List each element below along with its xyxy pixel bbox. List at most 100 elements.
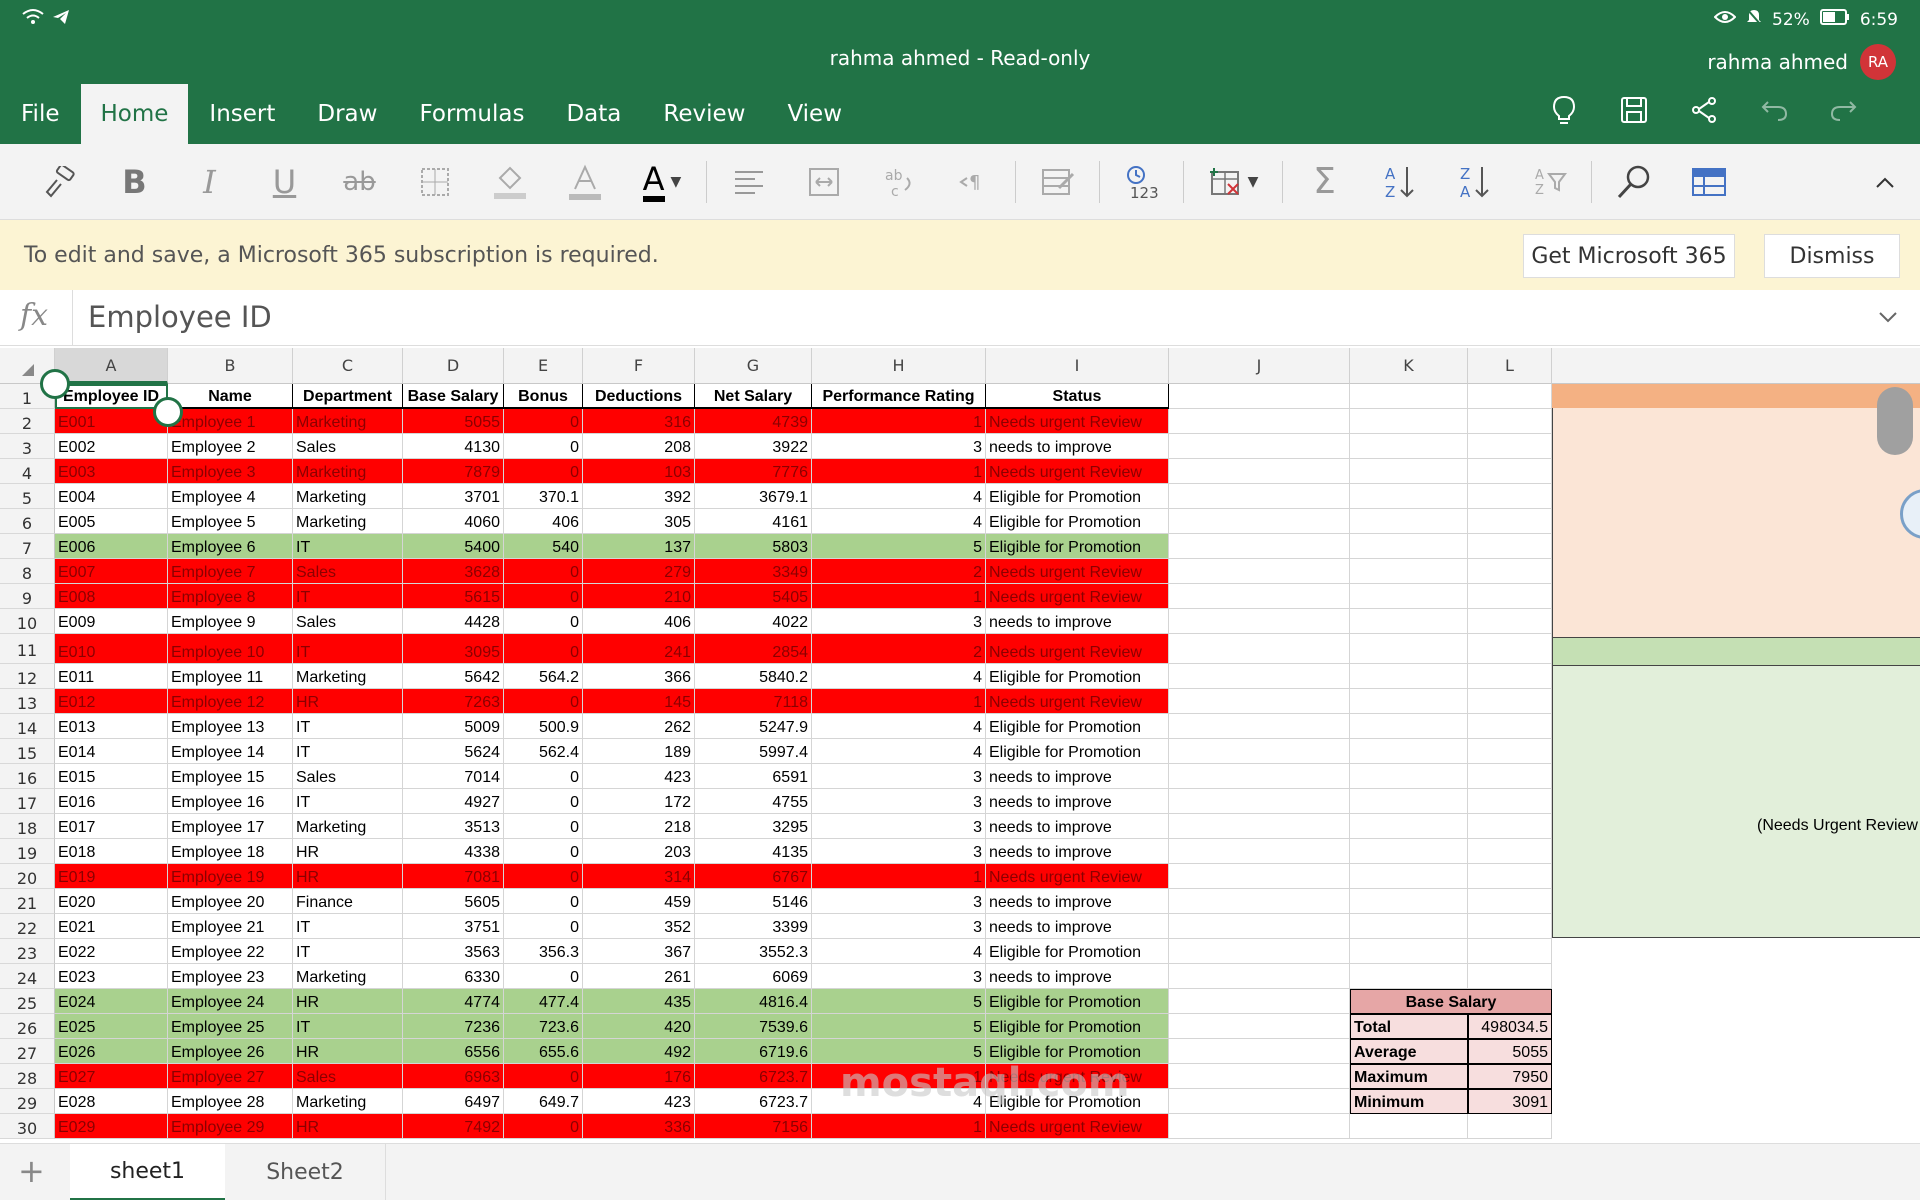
data-cell[interactable]: 3349: [695, 559, 812, 584]
data-cell[interactable]: 6723.7: [695, 1064, 812, 1089]
status-cell[interactable]: needs to improve: [986, 964, 1169, 989]
data-cell[interactable]: 0: [504, 689, 583, 714]
fill-color-icon[interactable]: [472, 152, 547, 212]
empty-cell[interactable]: [1468, 814, 1552, 839]
data-cell[interactable]: IT: [293, 534, 403, 559]
empty-cell[interactable]: [1468, 839, 1552, 864]
data-cell[interactable]: 2: [812, 634, 986, 664]
empty-cell[interactable]: [1350, 689, 1468, 714]
status-cell[interactable]: needs to improve: [986, 609, 1169, 634]
data-cell[interactable]: Employee 12: [168, 689, 293, 714]
data-cell[interactable]: 1: [812, 864, 986, 889]
data-cell[interactable]: Employee 2: [168, 434, 293, 459]
empty-cell[interactable]: [1350, 409, 1468, 434]
data-cell[interactable]: 500.9: [504, 714, 583, 739]
data-cell[interactable]: 137: [583, 534, 695, 559]
data-cell[interactable]: Employee 4: [168, 484, 293, 509]
spreadsheet-grid[interactable]: A B C D E F G H I J K L 1 2 3 4 5 6 7 8 9 10 11 12 13 14 15 16 17 18 1…: [0, 348, 1920, 1143]
employee-id-cell[interactable]: E015: [55, 764, 168, 789]
data-cell[interactable]: Employee 19: [168, 864, 293, 889]
data-cell[interactable]: Employee 17: [168, 814, 293, 839]
header-cell[interactable]: Bonus: [504, 384, 583, 409]
empty-cell[interactable]: [1350, 459, 1468, 484]
data-cell[interactable]: 1: [812, 1114, 986, 1139]
employee-id-cell[interactable]: E021: [55, 914, 168, 939]
data-cell[interactable]: 203: [583, 839, 695, 864]
empty-cell[interactable]: [1350, 739, 1468, 764]
filter-icon[interactable]: AZ: [1512, 152, 1587, 212]
employee-id-cell[interactable]: E025: [55, 1014, 168, 1039]
empty-cell[interactable]: [1350, 584, 1468, 609]
data-cell[interactable]: 6556: [403, 1039, 504, 1064]
user-account[interactable]: rahma ahmed RA: [1707, 44, 1896, 80]
data-cell[interactable]: 356.3: [504, 939, 583, 964]
data-cell[interactable]: 5: [812, 1014, 986, 1039]
row-header[interactable]: 11: [0, 634, 55, 664]
data-cell[interactable]: 5055: [403, 409, 504, 434]
data-cell[interactable]: 6719.6: [695, 1039, 812, 1064]
row-header[interactable]: 21: [0, 889, 55, 914]
employee-id-cell[interactable]: E023: [55, 964, 168, 989]
data-cell[interactable]: 4135: [695, 839, 812, 864]
data-cell[interactable]: 352: [583, 914, 695, 939]
data-cell[interactable]: 189: [583, 739, 695, 764]
data-cell[interactable]: 4: [812, 714, 986, 739]
empty-cell[interactable]: [1169, 559, 1350, 584]
row-header[interactable]: 5: [0, 484, 55, 509]
empty-cell[interactable]: [1468, 459, 1552, 484]
data-cell[interactable]: 176: [583, 1064, 695, 1089]
header-cell[interactable]: Deductions: [583, 384, 695, 409]
data-cell[interactable]: 7236: [403, 1014, 504, 1039]
empty-cell[interactable]: [1169, 839, 1350, 864]
data-cell[interactable]: 367: [583, 939, 695, 964]
empty-cell[interactable]: [1169, 584, 1350, 609]
empty-cell[interactable]: [1468, 889, 1552, 914]
data-cell[interactable]: 366: [583, 664, 695, 689]
employee-id-cell[interactable]: E010: [55, 634, 168, 664]
employee-id-cell[interactable]: E014: [55, 739, 168, 764]
empty-cell[interactable]: [1468, 864, 1552, 889]
text-direction-icon[interactable]: ¶: [936, 152, 1011, 212]
data-cell[interactable]: IT: [293, 584, 403, 609]
empty-cell[interactable]: [1350, 534, 1468, 559]
data-cell[interactable]: Employee 15: [168, 764, 293, 789]
data-cell[interactable]: Finance: [293, 889, 403, 914]
data-cell[interactable]: 5: [812, 534, 986, 559]
column-header-a[interactable]: A: [55, 348, 168, 384]
empty-cell[interactable]: [1169, 914, 1350, 939]
data-cell[interactable]: Employee 23: [168, 964, 293, 989]
empty-cell[interactable]: [1350, 839, 1468, 864]
data-cell[interactable]: 0: [504, 584, 583, 609]
empty-cell[interactable]: [1350, 634, 1468, 664]
insert-delete-cells-icon[interactable]: ▼: [1188, 152, 1278, 212]
format-as-table-icon[interactable]: [1671, 152, 1746, 212]
empty-cell[interactable]: [1468, 484, 1552, 509]
data-cell[interactable]: Sales: [293, 1064, 403, 1089]
column-header-c[interactable]: C: [293, 348, 403, 384]
data-cell[interactable]: 3: [812, 839, 986, 864]
empty-cell[interactable]: [1350, 609, 1468, 634]
column-header-b[interactable]: B: [168, 348, 293, 384]
data-cell[interactable]: 4774: [403, 989, 504, 1014]
empty-cell[interactable]: [1468, 764, 1552, 789]
data-cell[interactable]: Employee 7: [168, 559, 293, 584]
data-cell[interactable]: 5624: [403, 739, 504, 764]
formula-input[interactable]: Employee ID: [88, 300, 272, 334]
empty-cell[interactable]: [1468, 714, 1552, 739]
data-cell[interactable]: 0: [504, 764, 583, 789]
data-cell[interactable]: 5247.9: [695, 714, 812, 739]
data-cell[interactable]: 103: [583, 459, 695, 484]
empty-cell[interactable]: [1468, 939, 1552, 964]
sheet-tab-sheet1[interactable]: sheet1: [70, 1144, 225, 1200]
data-cell[interactable]: Marketing: [293, 484, 403, 509]
data-cell[interactable]: 4: [812, 509, 986, 534]
empty-cell[interactable]: [1468, 609, 1552, 634]
status-cell[interactable]: Needs urgent Review: [986, 584, 1169, 609]
employee-id-cell[interactable]: E022: [55, 939, 168, 964]
data-cell[interactable]: IT: [293, 914, 403, 939]
row-header[interactable]: 15: [0, 739, 55, 764]
status-cell[interactable]: Needs urgent Review: [986, 559, 1169, 584]
empty-cell[interactable]: [1350, 384, 1468, 409]
data-cell[interactable]: Marketing: [293, 664, 403, 689]
number-format-icon[interactable]: 123: [1104, 152, 1179, 212]
